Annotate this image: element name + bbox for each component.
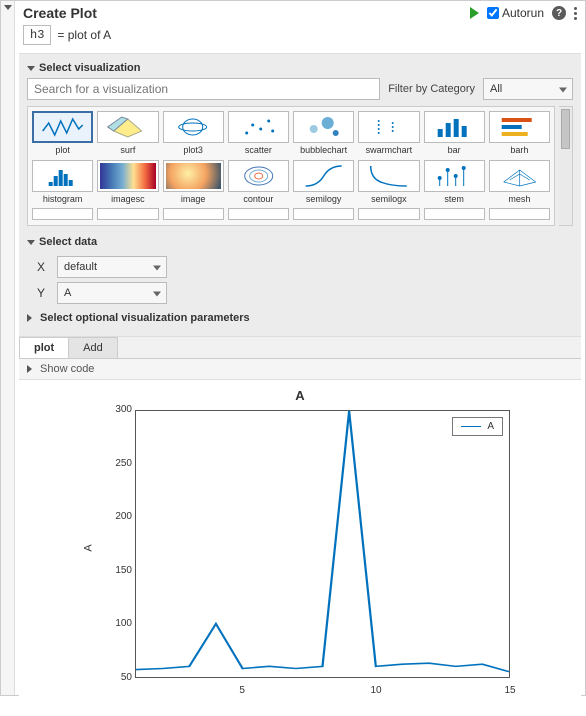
more-options-icon[interactable] — [574, 7, 577, 20]
viz-option-imagesc[interactable]: imagesc — [97, 160, 158, 205]
chart-axes: A — [135, 410, 510, 678]
viz-option-more-4[interactable] — [228, 208, 289, 221]
assignment-row: h3 = plot of A — [15, 23, 585, 53]
viz-option-bar[interactable]: bar — [424, 111, 485, 156]
output-variable[interactable]: h3 — [23, 25, 51, 45]
help-icon[interactable]: ? — [552, 6, 566, 20]
gallery-scrollbar[interactable] — [559, 106, 573, 226]
section-select-data[interactable]: Select data — [27, 232, 573, 252]
ytick: 250 — [110, 458, 132, 469]
viz-option-surf[interactable]: surf — [97, 111, 158, 156]
y-label: Y — [37, 286, 49, 300]
viz-option-barh[interactable]: barh — [489, 111, 550, 156]
section-select-visualization[interactable]: Select visualization — [27, 58, 573, 78]
chart-line — [136, 411, 509, 677]
viz-option-bubblechart[interactable]: bubblechart — [293, 111, 354, 156]
ytick: 100 — [110, 618, 132, 629]
chart-ylabel: A — [83, 544, 95, 551]
ytick: 50 — [110, 672, 132, 683]
search-input[interactable] — [27, 78, 380, 100]
chart-title: A — [80, 388, 520, 403]
ytick: 150 — [110, 565, 132, 576]
viz-option-contour[interactable]: contour — [228, 160, 289, 205]
tab-add[interactable]: Add — [68, 337, 118, 358]
tab-plot[interactable]: plot — [19, 337, 69, 358]
viz-option-swarmchart[interactable]: swarmchart — [358, 111, 419, 156]
viz-option-more-7[interactable] — [424, 208, 485, 221]
x-data-select[interactable]: default — [57, 256, 167, 278]
chart-legend: A — [452, 417, 503, 436]
viz-option-more-3[interactable] — [163, 208, 224, 221]
viz-option-more-8[interactable] — [489, 208, 550, 221]
viz-option-semilogy[interactable]: semilogy — [293, 160, 354, 205]
visualization-gallery: plot surf plot3 scatter — [27, 106, 555, 226]
viz-option-histogram[interactable]: histogram — [32, 160, 93, 205]
show-code-toggle[interactable]: Show code — [19, 359, 581, 380]
filter-category-select[interactable]: All — [483, 78, 573, 100]
viz-option-plot3[interactable]: plot3 — [163, 111, 224, 156]
run-icon[interactable] — [470, 7, 479, 19]
xtick: 10 — [371, 685, 382, 696]
ytick: 200 — [110, 511, 132, 522]
filter-label: Filter by Category — [388, 83, 475, 95]
autorun-checkbox[interactable]: Autorun — [487, 6, 544, 20]
page-title: Create Plot — [23, 5, 470, 21]
viz-option-more-1[interactable] — [32, 208, 93, 221]
viz-option-semilogx[interactable]: semilogx — [358, 160, 419, 205]
viz-option-plot[interactable]: plot — [32, 111, 93, 156]
ytick: 300 — [110, 404, 132, 415]
x-label: X — [37, 260, 49, 274]
viz-option-more-5[interactable] — [293, 208, 354, 221]
plot-tabbar: plot Add — [19, 337, 581, 359]
viz-option-mesh[interactable]: mesh — [489, 160, 550, 205]
viz-option-scatter[interactable]: scatter — [228, 111, 289, 156]
viz-option-more-6[interactable] — [358, 208, 419, 221]
viz-option-stem[interactable]: stem — [424, 160, 485, 205]
collapse-panel-toggle[interactable] — [1, 1, 15, 695]
xtick: 5 — [239, 685, 245, 696]
viz-option-more-2[interactable] — [97, 208, 158, 221]
viz-option-image[interactable]: image — [163, 160, 224, 205]
y-data-select[interactable]: A — [57, 282, 167, 304]
plot-area: A A A 50 100 150 200 250 300 5 10 15 — [19, 380, 581, 716]
section-optional-params[interactable]: Select optional visualization parameters — [27, 308, 573, 328]
xtick: 15 — [504, 685, 515, 696]
